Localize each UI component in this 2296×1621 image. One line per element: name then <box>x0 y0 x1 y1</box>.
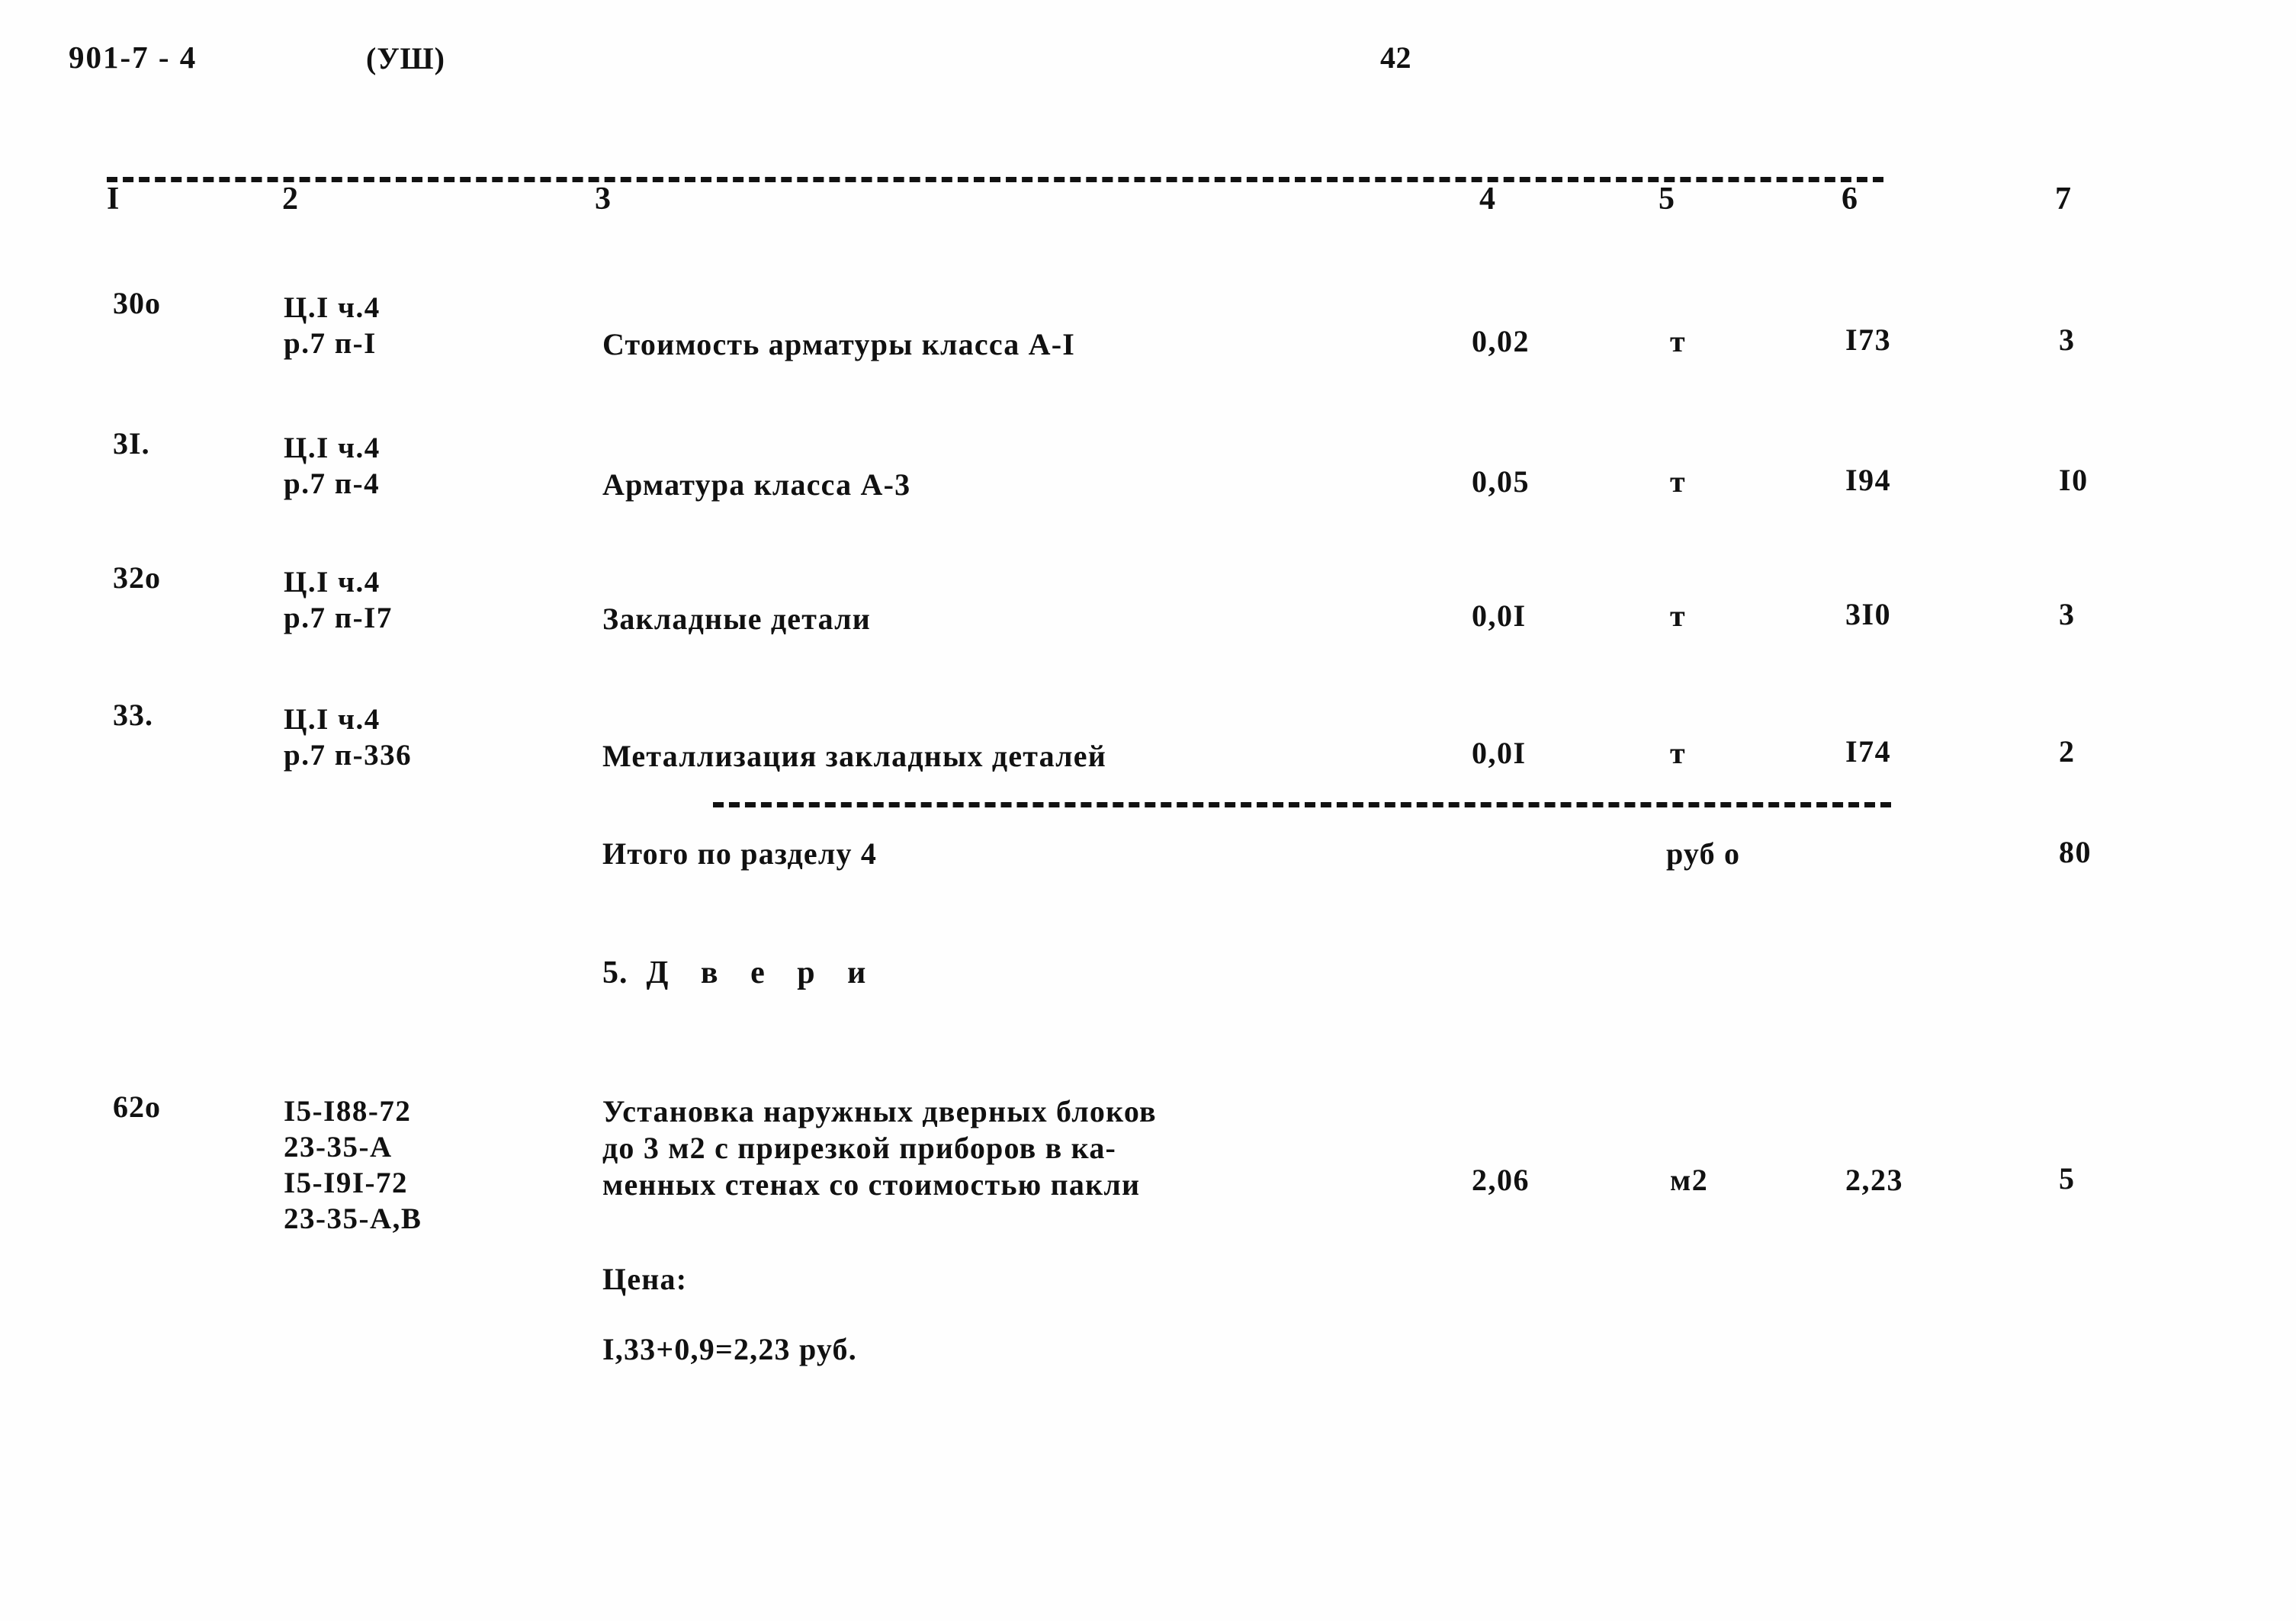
section-heading-number: 5. <box>602 955 628 990</box>
column-header-7: 7 <box>2055 181 2072 217</box>
row-description: Металлизация закладных деталей <box>602 739 1106 773</box>
row-description-line2: до 3 м2 с прирезкой приборов в ка- <box>602 1131 1117 1165</box>
row-unit: т <box>1670 464 1687 499</box>
section-heading-title: Д в е р и <box>646 955 878 990</box>
row-description: Стоимость арматуры класса А-I <box>602 327 1076 361</box>
row-description-line1: Установка наружных дверных блоков <box>602 1094 1157 1128</box>
row-unit: т <box>1670 736 1687 770</box>
row-price: I73 <box>1845 323 1892 357</box>
subtotal-value: 80 <box>2059 835 2092 869</box>
row-total: I0 <box>2059 463 2089 497</box>
page-number: 42 <box>1380 40 1411 75</box>
row-code-line2: 23-35-А <box>284 1131 393 1164</box>
table-top-divider <box>107 177 1883 182</box>
row-number: 62о <box>113 1090 161 1124</box>
row-quantity: 2,06 <box>1472 1163 1530 1197</box>
row-code: Ц.I ч.4 р.7 п-I <box>284 290 381 361</box>
row-total: 5 <box>2059 1161 2076 1196</box>
row-total: 2 <box>2059 734 2076 769</box>
row-price: 3I0 <box>1845 597 1892 631</box>
row-code-line1: Ц.I ч.4 <box>284 432 381 464</box>
subtotal-unit: руб о <box>1666 836 1741 871</box>
column-header-2: 2 <box>282 181 299 217</box>
row-unit: т <box>1670 599 1687 633</box>
section-heading: 5. Д в е р и <box>602 957 878 989</box>
price-note-formula: I,33+0,9=2,23 руб. <box>602 1332 857 1366</box>
subtotal-divider <box>713 802 1891 807</box>
row-code-line1: I5-I88-72 <box>284 1095 412 1128</box>
row-code-line2: р.7 п-I <box>284 327 377 360</box>
row-unit: т <box>1670 324 1687 358</box>
row-description-line3: менных стенах со стоимостью пакли <box>602 1167 1141 1202</box>
column-header-5: 5 <box>1659 181 1675 217</box>
row-quantity: 0,0I <box>1472 599 1527 633</box>
row-code-line1: Ц.I ч.4 <box>284 566 381 599</box>
row-total: 3 <box>2059 323 2076 357</box>
row-code-line2: р.7 п-336 <box>284 739 413 772</box>
row-code: Ц.I ч.4 р.7 п-I7 <box>284 564 393 636</box>
row-number: 33. <box>113 698 153 732</box>
price-note-label: Цена: <box>602 1262 688 1296</box>
row-code: Ц.I ч.4 р.7 п-4 <box>284 430 381 502</box>
subtotal-label: Итого по разделу 4 <box>602 836 878 871</box>
row-price: I74 <box>1845 734 1892 769</box>
row-code: Ц.I ч.4 р.7 п-336 <box>284 701 412 773</box>
row-number: 3I. <box>113 426 150 461</box>
row-description: Закладные детали <box>602 602 872 636</box>
row-code-line2: р.7 п-4 <box>284 467 381 500</box>
document-series: (УШ) <box>366 41 445 75</box>
column-header-6: 6 <box>1842 181 1858 217</box>
row-quantity: 0,0I <box>1472 736 1527 770</box>
row-price: I94 <box>1845 463 1892 497</box>
column-header-3: 3 <box>595 181 612 217</box>
row-code-line3: I5-I9I-72 <box>284 1167 409 1199</box>
row-description: Арматура класса А-3 <box>602 467 911 502</box>
row-code-line4: 23-35-А,В <box>284 1202 422 1235</box>
row-total: 3 <box>2059 597 2076 631</box>
column-header-4: 4 <box>1479 181 1496 217</box>
document-code: 901-7 - 4 <box>69 40 197 75</box>
row-code-line2: р.7 п-I7 <box>284 602 393 634</box>
document-page: 901-7 - 4 (УШ) 42 I 2 3 4 5 6 7 30о Ц.I … <box>0 0 2296 1621</box>
column-header-1: I <box>107 181 120 217</box>
row-number: 30о <box>113 286 161 320</box>
row-description: Установка наружных дверных блоков до 3 м2… <box>602 1093 1157 1203</box>
row-code-line1: Ц.I ч.4 <box>284 291 381 324</box>
row-number: 32о <box>113 560 161 595</box>
row-quantity: 0,05 <box>1472 464 1530 499</box>
row-code-line1: Ц.I ч.4 <box>284 703 381 736</box>
row-code: I5-I88-72 23-35-А I5-I9I-72 23-35-А,В <box>284 1093 422 1237</box>
row-unit: м2 <box>1670 1163 1709 1197</box>
row-price: 2,23 <box>1845 1163 1903 1197</box>
row-quantity: 0,02 <box>1472 324 1530 358</box>
